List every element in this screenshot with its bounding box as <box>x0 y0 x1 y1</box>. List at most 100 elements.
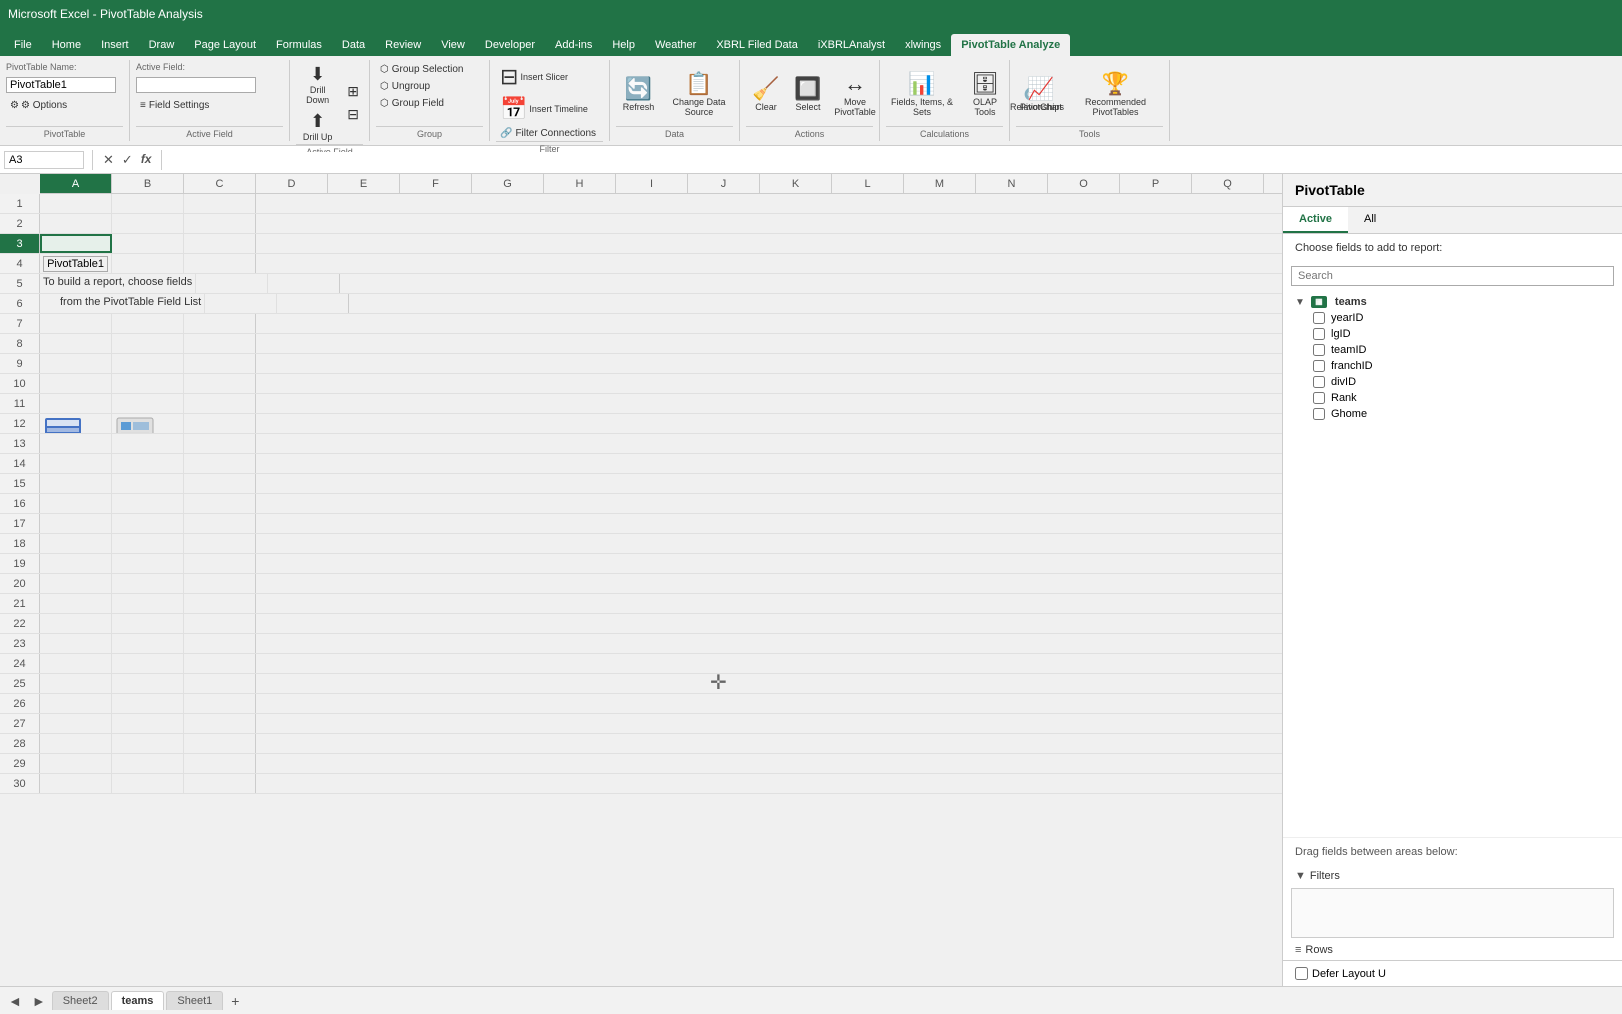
insert-function-icon[interactable]: fx <box>139 150 154 170</box>
cell-c14[interactable] <box>184 454 256 473</box>
group-selection-button[interactable]: ⬡ Group Selection <box>376 62 467 77</box>
cell-b14[interactable] <box>112 454 184 473</box>
cell-c15[interactable] <box>184 474 256 493</box>
row-num-30[interactable]: 30 <box>0 774 40 793</box>
cell-b4[interactable] <box>112 254 184 273</box>
cell-c4[interactable] <box>184 254 256 273</box>
row-num-14[interactable]: 14 <box>0 454 40 473</box>
col-header-n[interactable]: N <box>976 174 1048 193</box>
col-header-o[interactable]: O <box>1048 174 1120 193</box>
row-num-13[interactable]: 13 <box>0 434 40 453</box>
cell-a20[interactable] <box>40 574 112 593</box>
cell-rest-25[interactable] <box>256 674 1282 693</box>
cell-b1[interactable] <box>112 194 184 213</box>
cell-b27[interactable] <box>112 714 184 733</box>
cell-c1[interactable] <box>184 194 256 213</box>
cell-b20[interactable] <box>112 574 184 593</box>
cell-c29[interactable] <box>184 754 256 773</box>
cell-rest-23[interactable] <box>256 634 1282 653</box>
cell-c22[interactable] <box>184 614 256 633</box>
cell-a14[interactable] <box>40 454 112 473</box>
cell-a18[interactable] <box>40 534 112 553</box>
cell-b25[interactable] <box>112 674 184 693</box>
cell-c19[interactable] <box>184 554 256 573</box>
pivottable-name-input[interactable] <box>6 77 116 93</box>
tab-insert[interactable]: Insert <box>91 34 139 56</box>
drill-up-button[interactable]: ⬆ Drill Up <box>299 109 337 144</box>
cell-rest-13[interactable] <box>256 434 1282 453</box>
cell-b2[interactable] <box>112 214 184 233</box>
cell-b24[interactable] <box>112 654 184 673</box>
cell-a1[interactable] <box>40 194 112 213</box>
cell-rest-16[interactable] <box>256 494 1282 513</box>
ungroup-button[interactable]: ⬡ Ungroup <box>376 79 434 94</box>
move-pivottable-button[interactable]: ↔ Move PivotTable <box>830 69 880 119</box>
cell-a3[interactable] <box>40 234 112 253</box>
cell-rest-5[interactable] <box>340 274 1282 293</box>
row-num-24[interactable]: 24 <box>0 654 40 673</box>
cell-c20[interactable] <box>184 574 256 593</box>
cell-b6[interactable] <box>205 294 277 313</box>
cell-b7[interactable] <box>112 314 184 333</box>
tab-help[interactable]: Help <box>602 34 645 56</box>
row-num-17[interactable]: 17 <box>0 514 40 533</box>
cell-a13[interactable] <box>40 434 112 453</box>
cell-rest-19[interactable] <box>256 554 1282 573</box>
filter-connections-button[interactable]: 🔗 Filter Connections <box>496 126 600 141</box>
select-button[interactable]: 🔲 Select <box>788 74 828 114</box>
col-header-l[interactable]: L <box>832 174 904 193</box>
row-num-20[interactable]: 20 <box>0 574 40 593</box>
col-header-m[interactable]: M <box>904 174 976 193</box>
row-num-25[interactable]: 25 <box>0 674 40 693</box>
cell-b10[interactable] <box>112 374 184 393</box>
pivot-field-yearid[interactable]: yearID <box>1283 310 1622 326</box>
sheet-tab-teams[interactable]: teams <box>111 991 165 1010</box>
cell-a8[interactable] <box>40 334 112 353</box>
col-header-e[interactable]: E <box>328 174 400 193</box>
row-num-7[interactable]: 7 <box>0 314 40 333</box>
cell-c6[interactable] <box>277 294 349 313</box>
tab-formulas[interactable]: Formulas <box>266 34 332 56</box>
col-header-k[interactable]: K <box>760 174 832 193</box>
cell-a2[interactable] <box>40 214 112 233</box>
pivot-field-rank[interactable]: Rank <box>1283 390 1622 406</box>
rank-checkbox[interactable] <box>1313 392 1325 404</box>
cell-rest-22[interactable] <box>256 614 1282 633</box>
pivot-field-lgid[interactable]: lgID <box>1283 326 1622 342</box>
cell-c24[interactable] <box>184 654 256 673</box>
insert-slicer-button[interactable]: ⊟ Insert Slicer <box>496 62 572 92</box>
col-header-q[interactable]: Q <box>1192 174 1264 193</box>
cell-a11[interactable] <box>40 394 112 413</box>
row-num-19[interactable]: 19 <box>0 554 40 573</box>
cell-c30[interactable] <box>184 774 256 793</box>
cell-a15[interactable] <box>40 474 112 493</box>
cell-a23[interactable] <box>40 634 112 653</box>
col-header-c[interactable]: C <box>184 174 256 193</box>
pivot-filters-box[interactable] <box>1291 888 1614 938</box>
cell-rest-9[interactable] <box>256 354 1282 373</box>
expand-icon[interactable]: ⊞ <box>343 81 363 102</box>
tab-view[interactable]: View <box>431 34 475 56</box>
col-header-a[interactable]: A <box>40 174 112 193</box>
cell-rest-3[interactable] <box>256 234 1282 253</box>
row-num-15[interactable]: 15 <box>0 474 40 493</box>
tab-home[interactable]: Home <box>42 34 91 56</box>
row-num-11[interactable]: 11 <box>0 394 40 413</box>
teamid-checkbox[interactable] <box>1313 344 1325 356</box>
cell-b15[interactable] <box>112 474 184 493</box>
cell-b3[interactable] <box>112 234 184 253</box>
lgid-checkbox[interactable] <box>1313 328 1325 340</box>
pivot-field-franchid[interactable]: franchID <box>1283 358 1622 374</box>
sheet-tab-sheet2[interactable]: Sheet2 <box>52 991 109 1010</box>
cell-b22[interactable] <box>112 614 184 633</box>
cell-rest-2[interactable] <box>256 214 1282 233</box>
drill-down-button[interactable]: ⬇ Drill Down <box>296 62 339 107</box>
cell-b21[interactable] <box>112 594 184 613</box>
tab-pivottable-analyze[interactable]: PivotTable Analyze <box>951 34 1070 56</box>
cell-a26[interactable] <box>40 694 112 713</box>
cell-c8[interactable] <box>184 334 256 353</box>
clear-button[interactable]: 🧹 Clear <box>746 74 786 114</box>
cell-rest-12[interactable] <box>256 414 1282 433</box>
pivotchart-button[interactable]: 📈 PivotChart <box>1016 74 1066 114</box>
cell-rest-24[interactable] <box>256 654 1282 673</box>
